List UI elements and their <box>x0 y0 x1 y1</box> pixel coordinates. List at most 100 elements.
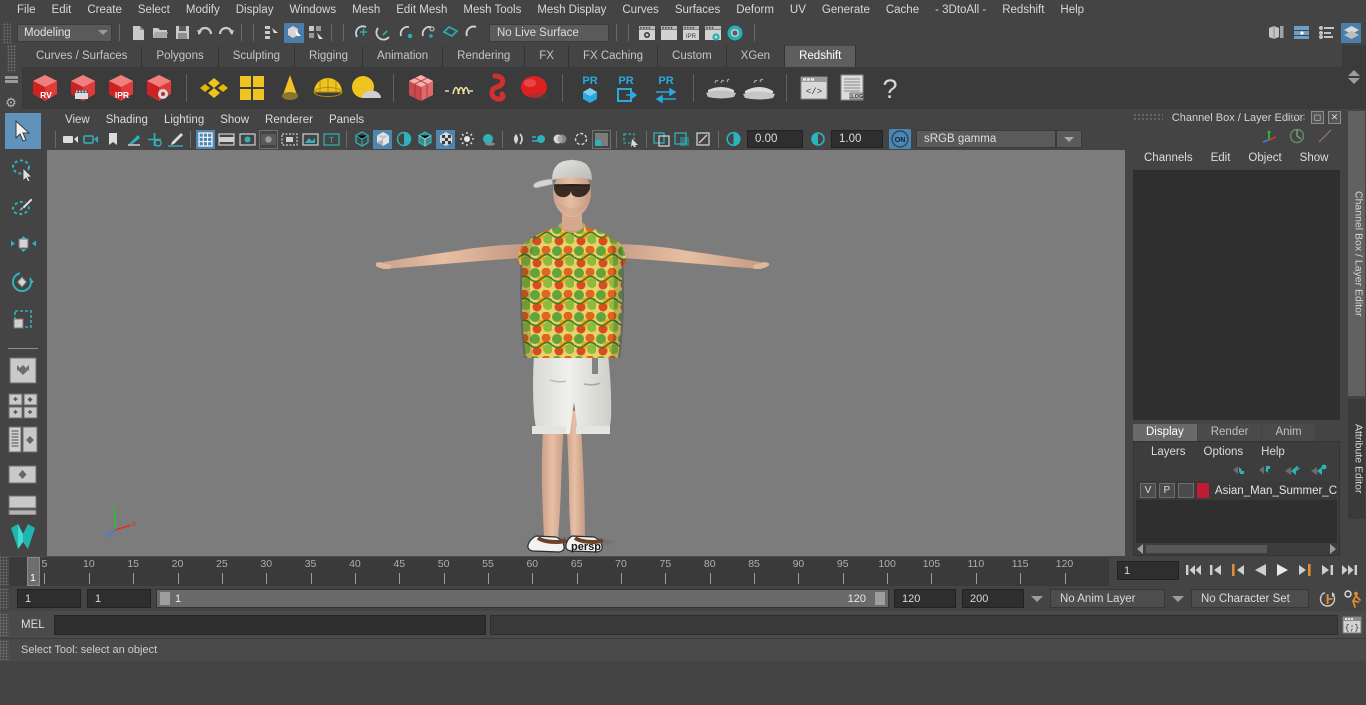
create-layer-from-selected-icon[interactable] <box>1310 464 1327 479</box>
layer-tab-render[interactable]: Render <box>1197 424 1262 441</box>
show-hide-channel-box-icon[interactable] <box>1341 22 1361 43</box>
step-back-keyframe-icon[interactable] <box>1209 563 1223 580</box>
redshift-material-grid-button[interactable] <box>235 71 269 105</box>
help-line-grip[interactable] <box>0 640 9 660</box>
select-tool[interactable] <box>4 113 41 149</box>
shelf-tab-custom[interactable]: Custom <box>658 46 727 67</box>
hypershade-icon[interactable] <box>725 23 745 43</box>
close-icon[interactable]: ✕ <box>1328 111 1341 124</box>
auto-keyframe-icon[interactable] <box>1314 590 1340 608</box>
redshift-volume-button[interactable] <box>480 71 514 105</box>
channel-box-menu-show[interactable]: Show <box>1291 152 1338 164</box>
grid-toggle-icon[interactable] <box>196 129 215 149</box>
xray-active-components-icon[interactable] <box>694 130 713 149</box>
render-sequence-icon[interactable] <box>659 23 679 43</box>
menu-mesh-display[interactable]: Mesh Display <box>529 0 614 20</box>
range-end-time-field[interactable]: 120 <box>894 589 956 608</box>
layout-hypergraph-persp[interactable] <box>6 459 40 491</box>
isolate-select-icon[interactable] <box>622 130 641 149</box>
anim-start-time-field[interactable]: 1 <box>17 589 81 608</box>
menu-mesh-tools[interactable]: Mesh Tools <box>455 0 529 20</box>
script-editor-icon[interactable]: {;} <box>1341 614 1363 636</box>
play-backwards-icon[interactable] <box>1253 563 1268 580</box>
range-slider-right-handle[interactable] <box>874 591 886 606</box>
viewport-menu-lighting[interactable]: Lighting <box>156 114 212 126</box>
camera-attributes-icon[interactable] <box>82 130 101 149</box>
select-by-object-icon[interactable] <box>284 22 304 43</box>
redshift-bake-2-button[interactable] <box>742 71 776 105</box>
redshift-render-sequence-button[interactable] <box>66 71 100 105</box>
command-output-field[interactable] <box>489 614 1338 635</box>
redshift-log-button[interactable]: .LOG <box>835 71 869 105</box>
screen-space-ao-icon[interactable] <box>508 130 527 149</box>
shelf-tab-polygons[interactable]: Polygons <box>142 46 219 67</box>
scale-tool[interactable] <box>5 302 41 338</box>
attribute-editor-icon[interactable] <box>1288 128 1306 147</box>
field-chart-icon[interactable]: T <box>322 130 341 149</box>
menu-set-selector[interactable]: Modeling <box>17 23 112 42</box>
anim-layer-selector[interactable]: No Anim Layer <box>1050 589 1165 608</box>
new-scene-icon[interactable] <box>128 23 148 43</box>
show-hide-attribute-editor-icon[interactable] <box>1291 23 1311 43</box>
redshift-ipr-render-button[interactable]: IPR <box>104 71 138 105</box>
select-by-component-icon[interactable] <box>306 23 326 43</box>
snap-to-point-icon[interactable] <box>396 23 416 43</box>
multisample-icon[interactable] <box>550 130 569 149</box>
snap-to-projected-center-icon[interactable] <box>418 23 438 43</box>
layer-shading-toggle[interactable] <box>1177 483 1194 498</box>
step-back-frame-icon[interactable] <box>1230 563 1246 580</box>
redshift-script-editor-button[interactable]: </> <box>797 71 831 105</box>
color-management-toggle-icon[interactable]: ON <box>889 129 911 149</box>
anim-end-time-field[interactable]: 200 <box>962 589 1024 608</box>
gamma-icon[interactable] <box>808 130 827 149</box>
resolution-gate-icon[interactable] <box>238 130 257 149</box>
move-layer-up-icon[interactable] <box>1232 464 1249 479</box>
viewport-menu-renderer[interactable]: Renderer <box>257 114 321 126</box>
lasso-select-tool[interactable] <box>5 151 41 187</box>
menu-curves[interactable]: Curves <box>614 0 666 20</box>
shelf-tab-rendering[interactable]: Rendering <box>443 46 526 67</box>
exposure-icon[interactable] <box>724 130 743 149</box>
viewport-menu-panels[interactable]: Panels <box>321 114 372 126</box>
menu-create[interactable]: Create <box>79 0 130 20</box>
menu-edit[interactable]: Edit <box>44 0 80 20</box>
depth-of-field-icon[interactable] <box>571 130 590 149</box>
layout-persp-bottom[interactable] <box>6 494 40 516</box>
redshift-render-settings-button[interactable] <box>142 71 176 105</box>
anim-layer-dropdown-arrow[interactable] <box>1031 595 1043 602</box>
step-forward-frame-icon[interactable] <box>1297 563 1313 580</box>
redshift-material-diamond-button[interactable] <box>197 71 231 105</box>
range-slider-left-handle[interactable] <box>159 591 171 606</box>
menu-help[interactable]: Help <box>1052 0 1092 20</box>
layer-row[interactable]: V P Asian_Man_Summer_C <box>1136 481 1337 500</box>
step-forward-keyframe-icon[interactable] <box>1320 563 1334 580</box>
shelf-tab-xgen[interactable]: XGen <box>726 46 786 67</box>
character-set-selector[interactable]: No Character Set <box>1191 589 1309 608</box>
go-to-end-icon[interactable] <box>1341 563 1358 580</box>
redshift-material-cone-button[interactable] <box>273 71 307 105</box>
redshift-pr-transfer-button[interactable]: PR <box>649 71 683 105</box>
safe-action-icon[interactable] <box>301 130 320 149</box>
channel-box-menu-channels[interactable]: Channels <box>1135 152 1202 164</box>
exposure-field[interactable]: 0.00 <box>747 130 803 148</box>
smooth-shade-icon[interactable] <box>373 129 392 149</box>
layer-color-swatch[interactable] <box>1196 483 1209 498</box>
grease-pencil-icon[interactable] <box>166 130 185 149</box>
bookmark-icon[interactable] <box>103 130 122 149</box>
layer-tab-display[interactable]: Display <box>1133 424 1197 441</box>
shelf-grip[interactable] <box>6 45 16 73</box>
menu-3dtoall[interactable]: - 3DtoAll - <box>927 0 994 20</box>
character-set-dropdown-arrow[interactable] <box>1172 595 1184 602</box>
xray-joints-icon[interactable] <box>673 130 692 149</box>
menu-file[interactable]: File <box>9 0 44 20</box>
snap-to-grid-icon[interactable] <box>352 23 372 43</box>
shelf-tab-fx-caching[interactable]: FX Caching <box>568 46 659 67</box>
layer-list[interactable]: V P Asian_Man_Summer_C <box>1136 481 1337 543</box>
shelf-tab-curves-surfaces[interactable]: Curves / Surfaces <box>22 46 143 67</box>
select-camera-icon[interactable] <box>61 130 80 149</box>
range-start-time-field[interactable]: 1 <box>87 589 151 608</box>
play-forwards-icon[interactable] <box>1275 563 1290 580</box>
live-surface-field[interactable]: No Live Surface <box>489 23 609 42</box>
texture-toggle-icon[interactable] <box>436 129 455 149</box>
make-live-icon[interactable] <box>462 23 482 43</box>
